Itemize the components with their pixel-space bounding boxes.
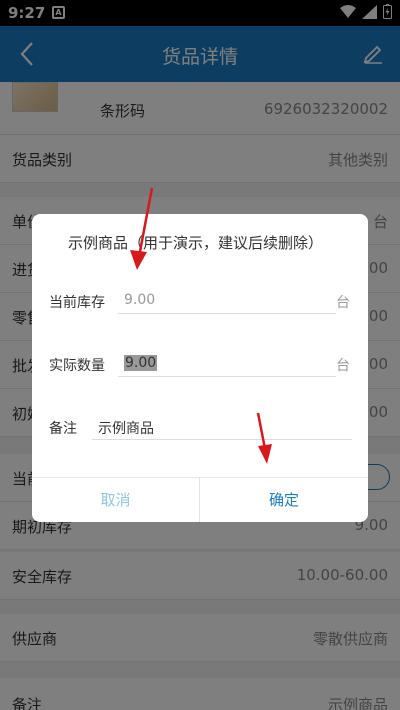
remark-value: 示例商品	[98, 421, 154, 437]
red-arrow-icon	[256, 412, 272, 464]
remark-input[interactable]: 示例商品	[92, 412, 352, 440]
remark-label: 备注	[49, 421, 77, 437]
current-stock-value: 9.00	[124, 292, 156, 308]
remark-row: 备注 示例商品	[32, 404, 368, 450]
actual-qty-row: 实际数量 9.00 台	[32, 341, 368, 387]
actual-qty-input[interactable]: 9.00	[118, 349, 336, 377]
actual-qty-unit: 台	[336, 358, 350, 374]
cancel-button[interactable]: 取消	[32, 478, 200, 522]
current-stock-unit: 台	[336, 295, 350, 311]
current-stock-row: 当前库存 9.00 台	[32, 278, 368, 324]
red-arrow-icon	[130, 187, 154, 270]
current-stock-label: 当前库存	[49, 295, 105, 311]
current-stock-field: 9.00	[118, 286, 336, 314]
confirm-button[interactable]: 确定	[200, 478, 368, 522]
dialog-buttons: 取消 确定	[32, 477, 368, 522]
actual-qty-label: 实际数量	[49, 358, 105, 374]
dialog-title: 示例商品（用于演示，建议后续删除）	[68, 234, 324, 252]
stock-adjust-dialog: 示例商品（用于演示，建议后续删除） 当前库存 9.00 台 实际数量 9.00 …	[32, 214, 368, 522]
actual-qty-value: 9.00	[124, 355, 158, 371]
